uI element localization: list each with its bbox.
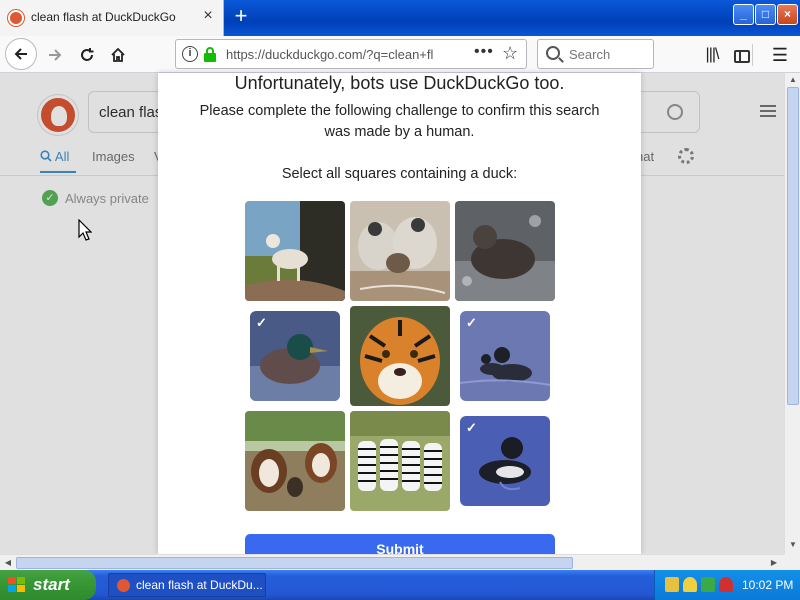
system-clock[interactable]: 10:02 PM — [742, 578, 793, 592]
home-button[interactable] — [103, 40, 133, 70]
captcha-tile-cat[interactable] — [245, 201, 345, 301]
browser-tab[interactable]: clean flash at DuckDuckGo × — [0, 0, 224, 36]
cat-image — [245, 201, 345, 301]
scrollbar-corner — [784, 554, 800, 570]
vertical-scroll-thumb[interactable] — [787, 87, 799, 405]
scroll-right-arrow-icon[interactable]: ▶ — [768, 557, 780, 569]
captcha-tile-zebras[interactable] — [350, 411, 450, 511]
challenge-subtitle: Please complete the following challenge … — [199, 103, 600, 140]
taskbar-window-label: clean flash at DuckDu... — [136, 578, 263, 592]
reload-icon — [81, 48, 94, 61]
new-tab-button[interactable]: + — [228, 4, 254, 30]
duckduckgo-favicon-icon — [8, 10, 24, 26]
tile-check-icon: ✓ — [466, 315, 477, 330]
search-placeholder: Search — [569, 47, 611, 62]
sidebar-icon — [734, 50, 750, 63]
scroll-up-arrow-icon[interactable]: ▲ — [787, 74, 799, 86]
vertical-scrollbar[interactable]: ▲ ▼ — [784, 73, 800, 554]
page-actions-menu-icon[interactable]: ••• — [474, 43, 494, 61]
scroll-left-arrow-icon[interactable]: ◀ — [2, 557, 14, 569]
bookmark-star-icon[interactable]: ☆ — [502, 43, 518, 64]
captcha-challenge-dialog: Unfortunately, bots use DuckDuckGo too. … — [158, 73, 641, 564]
library-icon: |||\ — [705, 46, 720, 63]
challenge-instruction: Select all squares containing a duck: — [281, 166, 518, 182]
browser-titlebar: clean flash at DuckDuckGo × + _ □ × — [0, 0, 800, 36]
captcha-tile-tiger[interactable] — [350, 306, 450, 406]
mouse-cursor-icon — [78, 219, 92, 241]
taskbar-firefox-window[interactable]: clean flash at DuckDu... — [108, 573, 266, 597]
open-menu-button[interactable]: ☰ — [765, 40, 795, 70]
scroll-down-arrow-icon[interactable]: ▼ — [787, 539, 799, 551]
url-text[interactable]: https://duckduckgo.com/?q=clean+fl — [226, 47, 466, 62]
security-shield-icon[interactable] — [683, 577, 697, 592]
forward-button[interactable] — [40, 40, 70, 70]
reload-button[interactable] — [72, 40, 102, 70]
start-button[interactable]: start — [0, 570, 96, 600]
update-icon[interactable] — [701, 577, 715, 592]
tiger-image — [350, 306, 450, 406]
home-icon — [111, 47, 125, 62]
captcha-tile-seal[interactable] — [455, 201, 555, 301]
navigation-toolbar: i https://duckduckgo.com/?q=clean+fl •••… — [0, 36, 800, 73]
address-bar[interactable]: i https://duckduckgo.com/?q=clean+fl •••… — [175, 39, 527, 69]
tile-check-icon: ✓ — [256, 315, 267, 330]
screen: clean flash at DuckDuckGo × + _ □ × i ht… — [0, 0, 800, 600]
window-maximize-button[interactable]: □ — [755, 4, 776, 25]
library-button[interactable]: |||\ — [697, 40, 727, 70]
horizontal-scroll-thumb[interactable] — [16, 557, 573, 569]
tile-check-icon: ✓ — [466, 420, 477, 435]
window-close-button[interactable]: × — [777, 4, 798, 25]
tab-close-button[interactable]: × — [199, 7, 217, 25]
forward-arrow-icon — [49, 49, 62, 61]
network-icon[interactable] — [665, 577, 679, 592]
back-button[interactable] — [5, 38, 37, 70]
monkeys-image — [350, 201, 450, 301]
window-minimize-button[interactable]: _ — [733, 4, 754, 25]
back-arrow-icon — [14, 48, 27, 60]
antivirus-icon[interactable] — [719, 577, 733, 592]
seal-image — [455, 201, 555, 301]
duckduckgo-icon — [117, 579, 130, 592]
captcha-tile-duck-selected[interactable]: ✓ — [460, 416, 550, 506]
search-icon — [546, 46, 560, 60]
toolbar-separator — [752, 44, 753, 66]
hamburger-menu-icon: ☰ — [771, 45, 789, 65]
windows-logo-icon — [8, 577, 26, 593]
horizontal-scrollbar[interactable]: ◀ ▶ — [0, 554, 784, 570]
start-label: start — [33, 575, 70, 594]
secure-lock-icon[interactable] — [204, 47, 216, 62]
tab-title: clean flash at DuckDuckGo — [31, 10, 176, 24]
dogs-image — [245, 411, 345, 511]
captcha-tile-dogs[interactable] — [245, 411, 345, 511]
captcha-tile-monkeys[interactable] — [350, 201, 450, 301]
info-icon[interactable]: i — [182, 46, 198, 62]
captcha-tile-duck-selected[interactable]: ✓ — [250, 311, 340, 401]
zebras-image — [350, 411, 450, 511]
windows-taskbar: start clean flash at DuckDu... 10:02 PM — [0, 570, 800, 600]
system-tray: 10:02 PM — [654, 570, 800, 600]
search-bar[interactable]: Search — [537, 39, 654, 69]
captcha-tile-duck-selected[interactable]: ✓ — [460, 311, 550, 401]
challenge-title: Unfortunately, bots use DuckDuckGo too. — [234, 73, 565, 93]
